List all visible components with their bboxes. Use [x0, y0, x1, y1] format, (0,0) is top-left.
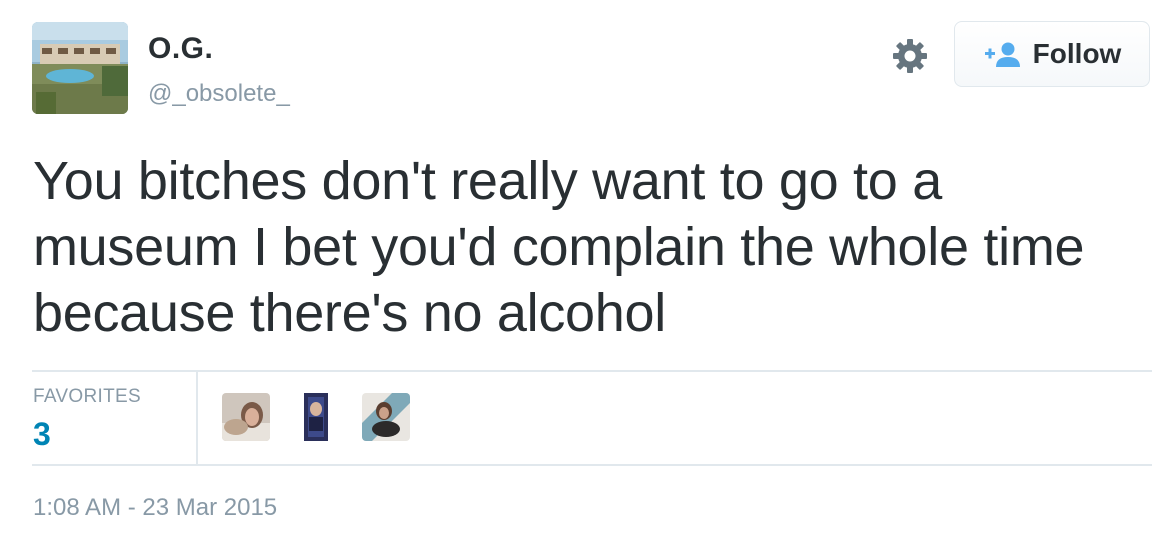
user-handle[interactable]: @_obsolete_ [148, 80, 290, 108]
follow-label: Follow [1032, 38, 1122, 69]
divider [32, 464, 1152, 466]
gear-icon[interactable] [890, 36, 930, 76]
stats-separator [196, 372, 198, 464]
avatar[interactable] [32, 22, 128, 114]
favorites-label[interactable]: FAVORITES [33, 386, 141, 408]
timestamp[interactable]: 1:08 AM - 23 Mar 2015 [33, 494, 277, 522]
favoriter-avatar[interactable] [362, 393, 410, 441]
display-name[interactable]: O.G. [148, 32, 213, 66]
divider [32, 370, 1152, 372]
tweet-text: You bitches don't really want to go to a… [33, 151, 1085, 343]
favoriter-avatar[interactable] [222, 393, 270, 441]
favorites-count[interactable]: 3 [33, 416, 51, 453]
favoriters-list [222, 393, 410, 441]
favoriter-avatar[interactable] [292, 393, 340, 441]
add-user-icon [983, 40, 1023, 68]
follow-button[interactable]: Follow [954, 21, 1150, 87]
